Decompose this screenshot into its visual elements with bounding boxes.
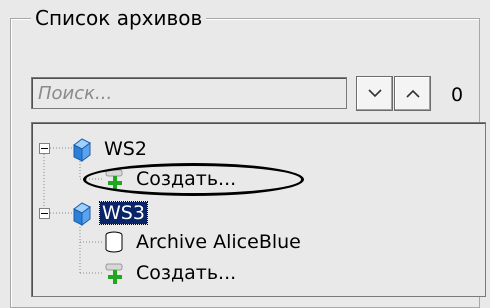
search-match-count: 0: [451, 84, 464, 106]
tree-node-label: WS3: [99, 201, 148, 225]
search-next-button[interactable]: [356, 76, 393, 111]
tree-node-create-ws3[interactable]: Создать...: [102, 260, 238, 286]
search-prev-button[interactable]: [394, 76, 431, 111]
tree-node-ws2[interactable]: WS2: [68, 135, 149, 163]
collapse-ws2-toggle[interactable]: [39, 143, 50, 154]
search-input[interactable]: [31, 77, 347, 109]
tree-node-label: Archive AliceBlue: [136, 231, 301, 253]
database-icon: [105, 231, 123, 253]
tree-node-ws3[interactable]: WS3: [68, 199, 148, 227]
archive-tree[interactable]: WS2 Создать... WS3 Archive AliceBlue Соз…: [31, 122, 486, 297]
tree-node-label: WS2: [104, 138, 147, 160]
server-icon: [73, 202, 91, 226]
server-icon: [73, 138, 91, 162]
chevron-up-icon: [405, 89, 420, 98]
chevron-down-icon: [367, 89, 382, 98]
add-icon: [105, 263, 123, 284]
highlight-ellipse: [83, 163, 304, 196]
panel-title: Список архивов: [31, 6, 207, 30]
tree-node-archive[interactable]: Archive AliceBlue: [102, 229, 303, 255]
archive-list-panel: Список архивов 0: [0, 0, 490, 308]
collapse-ws3-toggle[interactable]: [39, 208, 50, 219]
tree-node-label: Создать...: [136, 262, 237, 284]
